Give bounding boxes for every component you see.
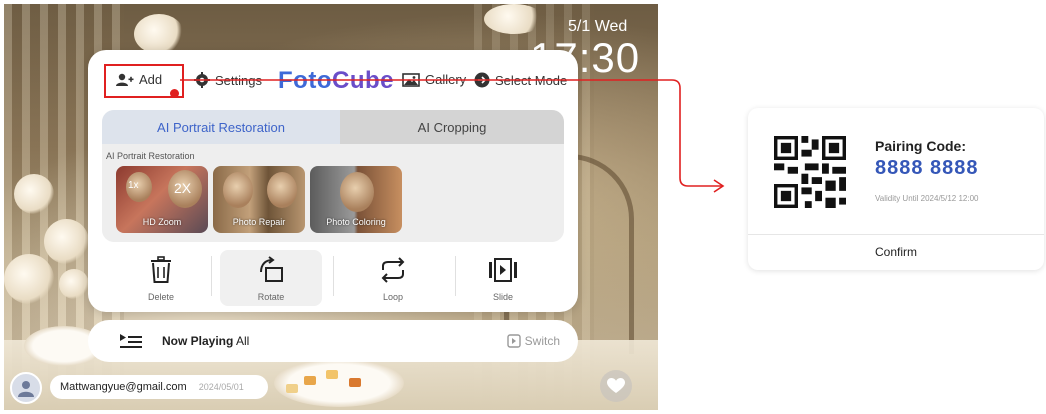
section-label: AI Portrait Restoration bbox=[106, 151, 195, 161]
gallery-icon bbox=[402, 72, 420, 87]
top-nav: Add Settings FotoCube Gallery Select Mod… bbox=[88, 64, 578, 98]
gear-icon bbox=[194, 72, 210, 88]
trash-icon bbox=[151, 256, 171, 283]
blossom bbox=[14, 174, 54, 214]
gallery-label: Gallery bbox=[425, 72, 467, 87]
logo-part2: Cube bbox=[331, 67, 394, 94]
delete-label: Delete bbox=[147, 292, 174, 302]
select-mode-label: Select Mode bbox=[495, 72, 568, 88]
add-user-icon bbox=[116, 73, 134, 86]
zoom-1x-tag: 1x bbox=[128, 180, 139, 191]
fruit bbox=[304, 376, 316, 385]
fruit bbox=[286, 384, 298, 393]
feature-hd-zoom[interactable]: 1x 2X HD Zoom bbox=[116, 166, 208, 233]
portrait-thumb bbox=[340, 172, 374, 212]
blossom bbox=[44, 219, 89, 264]
feature-photo-coloring[interactable]: Photo Coloring bbox=[310, 166, 402, 233]
divider bbox=[333, 256, 334, 296]
pairing-code: 8888 8888 bbox=[875, 157, 979, 179]
delete-button[interactable]: Delete bbox=[110, 250, 212, 306]
add-button[interactable]: Add bbox=[116, 72, 162, 87]
slide-label: Slide bbox=[492, 292, 513, 302]
pairing-dialog: Pairing Code: 8888 8888 Validity Until 2… bbox=[748, 108, 1044, 270]
portrait-thumb bbox=[267, 172, 297, 208]
confirm-button[interactable]: Confirm bbox=[748, 234, 1044, 270]
loop-label: Loop bbox=[382, 292, 404, 302]
qr-code-icon bbox=[774, 136, 846, 208]
pairing-validity: Validity Until 2024/5/12 12:00 bbox=[875, 194, 979, 203]
feature-label: Photo Repair bbox=[232, 217, 286, 227]
portrait-thumb bbox=[223, 172, 253, 208]
rotate-button[interactable]: Rotate bbox=[220, 250, 322, 306]
slide-icon bbox=[489, 258, 517, 282]
connector-dot bbox=[170, 89, 179, 98]
account-pill: Mattwangyue@gmail.com 2024/05/01 bbox=[50, 375, 268, 399]
add-label: Add bbox=[139, 72, 163, 87]
fruit bbox=[349, 378, 361, 387]
blossom bbox=[4, 254, 54, 304]
blossom bbox=[134, 14, 184, 54]
screen: 5/1 Wed 17:30 Add Settings FotoCube Gall… bbox=[0, 0, 1046, 414]
slide-button[interactable]: Slide bbox=[452, 250, 554, 306]
action-bar: Delete Rotate Loop Slide bbox=[102, 250, 564, 306]
gallery-button[interactable]: Gallery bbox=[402, 72, 466, 87]
loop-icon bbox=[381, 257, 405, 283]
account-email: Mattwangyue@gmail.com bbox=[60, 381, 187, 393]
blossom bbox=[59, 269, 89, 299]
now-playing-prefix: Now Playing bbox=[162, 334, 234, 348]
account-date: 2024/05/01 bbox=[198, 382, 244, 392]
select-mode-button[interactable]: Select Mode bbox=[474, 72, 567, 88]
control-panel: Add Settings FotoCube Gallery Select Mod… bbox=[88, 50, 578, 312]
feature-label: Photo Coloring bbox=[326, 217, 386, 227]
now-playing-text: Now Playing All bbox=[162, 334, 249, 348]
pairing-title: Pairing Code: bbox=[875, 138, 967, 154]
rotate-icon bbox=[260, 256, 283, 282]
fotocube-logo: FotoCube bbox=[278, 67, 394, 95]
settings-label: Settings bbox=[215, 72, 262, 88]
feature-label: HD Zoom bbox=[142, 217, 182, 227]
fruit bbox=[326, 370, 338, 379]
tab-ai-cropping[interactable]: AI Cropping bbox=[340, 110, 564, 144]
feature-photo-repair[interactable]: Photo Repair bbox=[213, 166, 305, 233]
loop-button[interactable]: Loop bbox=[342, 250, 444, 306]
settings-button[interactable]: Settings bbox=[194, 72, 262, 88]
favorite-button[interactable] bbox=[600, 370, 632, 402]
user-icon bbox=[18, 381, 34, 397]
now-playing-bar[interactable]: Now Playing All Switch bbox=[88, 320, 578, 362]
blossom bbox=[484, 4, 544, 34]
switch-label: Switch bbox=[524, 334, 560, 348]
rotate-label: Rotate bbox=[257, 292, 285, 302]
avatar[interactable] bbox=[10, 372, 42, 404]
heart-icon bbox=[607, 378, 625, 393]
switch-icon bbox=[506, 334, 521, 348]
divider bbox=[211, 256, 212, 296]
zoom-2x-tag: 2X bbox=[174, 180, 192, 196]
playlist-icon bbox=[120, 334, 142, 348]
select-mode-icon bbox=[474, 72, 490, 88]
switch-button[interactable]: Switch bbox=[506, 334, 560, 348]
now-playing-value: All bbox=[236, 334, 250, 348]
logo-part1: Foto bbox=[278, 67, 332, 94]
tab-ai-portrait-restoration[interactable]: AI Portrait Restoration bbox=[102, 110, 340, 144]
plate bbox=[274, 359, 404, 407]
